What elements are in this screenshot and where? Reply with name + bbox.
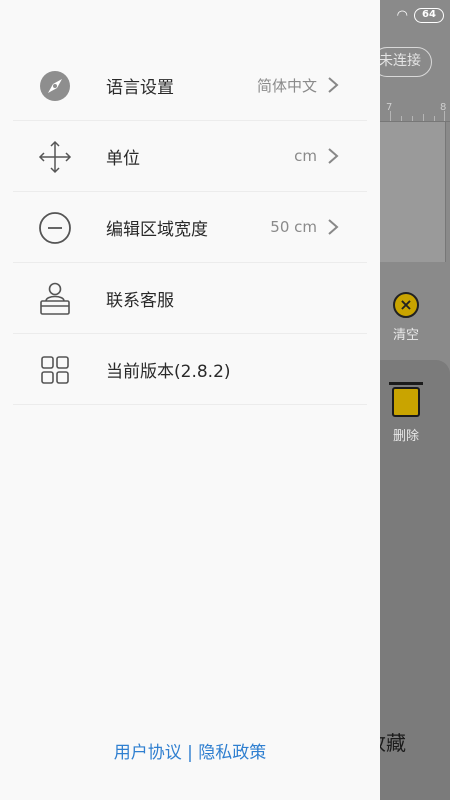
menu-item-label: 当前版本(2.8.2)	[106, 361, 231, 382]
chevron-right-icon	[328, 219, 339, 235]
clear-icon: ×	[393, 292, 419, 318]
status-bar-right: ◠ 64	[380, 0, 450, 30]
user-agreement-link[interactable]: 用户协议	[114, 743, 182, 763]
compass-icon	[37, 68, 73, 104]
menu-item-version[interactable]: 当前版本(2.8.2)	[13, 334, 367, 405]
settings-menu: 语言设置 简体中文 单位 cm 编辑区域宽度 50 cm 联系客服 当前版本(2…	[13, 50, 367, 405]
clear-button[interactable]: × 清空	[380, 288, 432, 343]
link-separator: |	[181, 743, 199, 763]
minus-circle-icon	[37, 210, 73, 246]
delete-button[interactable]: 删除	[380, 382, 432, 444]
battery-indicator: 64	[414, 8, 444, 23]
customer-service-icon	[37, 281, 73, 317]
menu-item-unit[interactable]: 单位 cm	[13, 121, 367, 192]
status-bar	[0, 0, 380, 30]
menu-item-label: 单位	[106, 148, 140, 169]
menu-item-language[interactable]: 语言设置 简体中文	[13, 50, 367, 121]
trash-icon	[389, 382, 423, 417]
chevron-right-icon	[328, 148, 339, 164]
move-arrows-icon	[37, 139, 73, 175]
menu-item-value: cm	[294, 147, 317, 165]
menu-item-value: 简体中文	[256, 76, 317, 95]
grid-icon	[37, 352, 73, 388]
menu-item-edit-width[interactable]: 编辑区域宽度 50 cm	[13, 192, 367, 263]
connection-status-button[interactable]: 未连接	[372, 47, 432, 77]
delete-label: 删除	[392, 429, 419, 444]
menu-item-label: 联系客服	[106, 290, 174, 311]
privacy-policy-link[interactable]: 隐私政策	[198, 743, 266, 763]
wifi-icon: ◠	[396, 8, 408, 23]
footer-links: 用户协议 | 隐私政策	[0, 738, 380, 763]
work-area	[380, 122, 446, 262]
menu-item-label: 语言设置	[106, 77, 174, 98]
ruler: 7 8	[380, 100, 450, 122]
side-drawer: 语言设置 简体中文 单位 cm 编辑区域宽度 50 cm 联系客服 当前版本(2…	[0, 0, 380, 800]
chevron-right-icon	[328, 77, 339, 93]
menu-item-customer-service[interactable]: 联系客服	[13, 263, 367, 334]
menu-item-label: 编辑区域宽度	[106, 219, 208, 240]
clear-label: 清空	[392, 328, 419, 343]
menu-item-value: 50 cm	[270, 218, 317, 236]
